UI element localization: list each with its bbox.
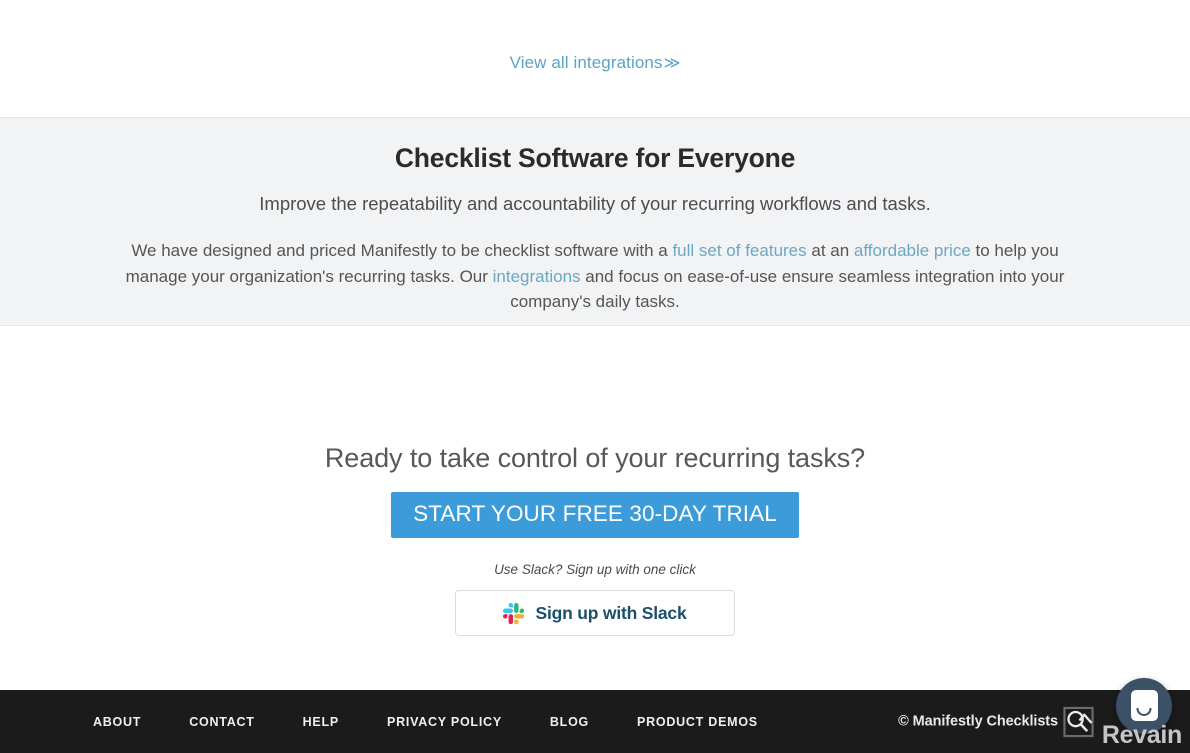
footer-link-about[interactable]: ABOUT	[93, 715, 141, 729]
chat-launcher-button[interactable]	[1116, 678, 1172, 734]
section-title: Checklist Software for Everyone	[394, 143, 796, 173]
smile-shape	[1136, 708, 1152, 716]
cta-section: Ready to take control of your recurring …	[0, 440, 1190, 636]
full-set-of-features-link[interactable]: full set of features	[672, 241, 806, 260]
affordable-price-link[interactable]: affordable price	[854, 241, 971, 260]
section-body: We have designed and priced Manifestly t…	[103, 238, 1087, 315]
footer-nav: ABOUT CONTACT HELP PRIVACY POLICY BLOG P…	[93, 715, 806, 729]
sign-up-with-slack-button[interactable]: Sign up with Slack	[455, 590, 735, 636]
footer-link-help[interactable]: HELP	[303, 715, 339, 729]
double-chevron-right-icon: ≫	[663, 55, 681, 72]
footer-link-privacy-policy[interactable]: PRIVACY POLICY	[387, 715, 502, 729]
copyright-text: © Manifestly Checklists	[898, 713, 1058, 730]
spacer	[0, 326, 1190, 440]
chat-smiley-icon	[1130, 690, 1158, 721]
footer-brand: © Manifestly Checklists	[898, 706, 1094, 737]
body-text-part-1: We have designed and priced Manifestly t…	[131, 241, 673, 260]
slack-logo-icon	[503, 602, 525, 624]
start-free-trial-button[interactable]: START YOUR FREE 30-DAY TRIAL	[391, 492, 799, 538]
manifestly-logo-icon	[1063, 706, 1094, 737]
view-all-integrations-link[interactable]: View all integrations≫	[510, 53, 681, 73]
section-subtitle: Improve the repeatability and accountabi…	[259, 193, 931, 214]
slack-hint-text: Use Slack? Sign up with one click	[494, 562, 696, 577]
slack-button-label: Sign up with Slack	[535, 602, 687, 623]
page-root: View all integrations≫ Checklist Softwar…	[0, 0, 1190, 753]
checklist-software-section: Checklist Software for Everyone Improve …	[0, 117, 1190, 326]
cta-heading: Ready to take control of your recurring …	[324, 443, 866, 473]
integrations-strip: View all integrations≫	[0, 0, 1190, 117]
footer-link-contact[interactable]: CONTACT	[189, 715, 254, 729]
body-text-part-2: at an	[806, 241, 854, 260]
site-footer: ABOUT CONTACT HELP PRIVACY POLICY BLOG P…	[0, 690, 1190, 753]
integrations-link[interactable]: integrations	[493, 267, 581, 286]
view-all-integrations-label: View all integrations	[509, 53, 663, 72]
footer-link-product-demos[interactable]: PRODUCT DEMOS	[637, 715, 758, 729]
footer-link-blog[interactable]: BLOG	[550, 715, 589, 729]
body-text-part-4: and focus on ease-of-use ensure seamless…	[510, 266, 1065, 312]
